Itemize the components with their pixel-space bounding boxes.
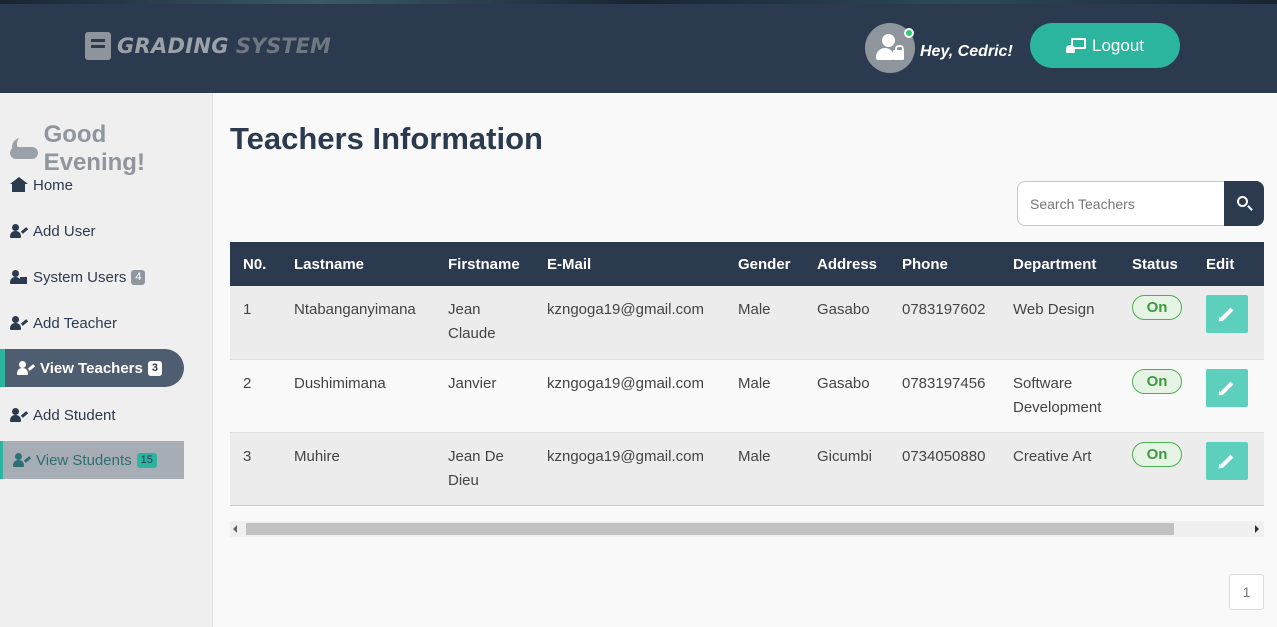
column-header-phone[interactable]: Phone xyxy=(889,242,1000,286)
sidebar-item-add-user[interactable]: Add User xyxy=(0,212,184,250)
sidebar-item-home[interactable]: Home xyxy=(0,166,184,204)
column-header-email[interactable]: E-Mail xyxy=(534,242,725,286)
column-header-no[interactable]: N0. xyxy=(230,242,281,286)
user-edit-icon xyxy=(10,315,29,331)
student-icon xyxy=(13,452,32,468)
cell-no: 3 xyxy=(230,432,281,505)
chalkboard-teacher-icon xyxy=(1066,38,1086,53)
cell-lastname: Ntabanganyimana xyxy=(281,286,435,359)
table-row: 1 Ntabanganyimana Jean Claude kzngoga19@… xyxy=(230,286,1264,359)
teacher-icon xyxy=(17,360,36,376)
moon-cloud-icon xyxy=(10,135,40,163)
cell-email: kzngoga19@gmail.com xyxy=(534,286,725,359)
sidebar-item-system-users[interactable]: System Users 4 xyxy=(0,258,184,296)
sidebar-item-label: View Students xyxy=(36,451,132,469)
cell-department: Software Development xyxy=(1000,359,1119,432)
sidebar-item-view-students[interactable]: View Students 15 xyxy=(0,441,184,479)
cell-phone: 0783197456 xyxy=(889,359,1000,432)
scroll-left-icon[interactable] xyxy=(233,525,237,533)
logout-button[interactable]: Logout xyxy=(1030,23,1180,68)
status-badge[interactable]: On xyxy=(1132,368,1182,394)
cell-phone: 0783197602 xyxy=(889,286,1000,359)
avatar[interactable] xyxy=(865,23,915,73)
table-row: 2 Dushimimana Janvier kzngoga19@gmail.co… xyxy=(230,359,1264,432)
search-input[interactable] xyxy=(1017,181,1225,226)
pencil-icon xyxy=(1220,454,1234,467)
sidebar-item-add-student[interactable]: Add Student xyxy=(0,396,184,434)
scrollbar-thumb[interactable] xyxy=(246,523,1174,535)
cell-firstname: Jean Claude xyxy=(435,286,534,359)
cell-phone: 0734050880 xyxy=(889,432,1000,505)
search-button[interactable] xyxy=(1224,181,1264,226)
scroll-right-icon[interactable] xyxy=(1255,525,1259,533)
sidebar-item-label: Home xyxy=(33,176,74,194)
cell-lastname: Dushimimana xyxy=(281,359,435,432)
lock-icon xyxy=(893,45,904,60)
pencil-icon xyxy=(1220,307,1234,321)
cell-no: 2 xyxy=(230,359,281,432)
brand-logo[interactable]: GRADING SYSTEM xyxy=(85,31,331,61)
column-header-gender[interactable]: Gender xyxy=(725,242,804,286)
teachers-table: N0. Lastname Firstname E-Mail Gender Add… xyxy=(230,242,1264,506)
pencil-icon xyxy=(1220,381,1234,394)
user-greeting: Hey, Cedric! xyxy=(920,43,1013,60)
sidebar-item-label: Add User xyxy=(33,222,96,240)
cell-gender: Male xyxy=(725,286,804,359)
cell-department: Creative Art xyxy=(1000,432,1119,505)
sidebar-item-view-teachers[interactable]: View Teachers 3 xyxy=(0,349,184,387)
count-badge: 3 xyxy=(147,360,162,376)
sidebar-item-add-teacher[interactable]: Add Teacher xyxy=(0,304,184,342)
edit-button[interactable] xyxy=(1206,441,1248,480)
user-lock-icon xyxy=(10,269,28,285)
logout-label: Logout xyxy=(1092,35,1144,55)
column-header-address[interactable]: Address xyxy=(804,242,889,286)
table-header-row: N0. Lastname Firstname E-Mail Gender Add… xyxy=(230,242,1264,286)
column-header-firstname[interactable]: Firstname xyxy=(435,242,534,286)
cell-no: 1 xyxy=(230,286,281,359)
brand-text-primary: GRADING xyxy=(117,34,229,58)
sidebar-item-label: Add Teacher xyxy=(33,314,117,332)
edit-button[interactable] xyxy=(1206,295,1248,333)
cell-gender: Male xyxy=(725,432,804,505)
table-row: 3 Muhire Jean De Dieu kzngoga19@gmail.co… xyxy=(230,432,1264,505)
column-header-lastname[interactable]: Lastname xyxy=(281,242,435,286)
cell-firstname: Jean De Dieu xyxy=(435,432,534,505)
pagination-page-button[interactable]: 1 xyxy=(1229,574,1264,610)
column-header-edit: Edit xyxy=(1193,242,1264,286)
header-decor-strip xyxy=(0,0,1277,4)
avatar-body xyxy=(876,48,894,60)
cell-firstname: Janvier xyxy=(435,359,534,432)
search-bar xyxy=(1017,181,1264,226)
online-status-dot xyxy=(904,28,914,38)
user-edit-icon xyxy=(10,407,29,423)
cell-department: Web Design xyxy=(1000,286,1119,359)
cell-lastname: Muhire xyxy=(281,432,435,505)
sidebar-item-label: Add Student xyxy=(33,406,116,424)
cell-email: kzngoga19@gmail.com xyxy=(534,432,725,505)
cell-address: Gicumbi xyxy=(804,432,889,505)
cell-address: Gasabo xyxy=(804,359,889,432)
count-badge: 4 xyxy=(131,269,146,285)
status-badge[interactable]: On xyxy=(1132,295,1182,320)
user-lock-icon xyxy=(882,34,895,47)
book-icon xyxy=(85,32,111,60)
page-title: Teachers Information xyxy=(230,121,543,156)
cell-gender: Male xyxy=(725,359,804,432)
count-badge: 15 xyxy=(136,452,157,468)
column-header-status[interactable]: Status xyxy=(1119,242,1193,286)
sidebar-item-label: View Teachers xyxy=(40,359,143,377)
cell-address: Gasabo xyxy=(804,286,889,359)
brand-text-secondary: SYSTEM xyxy=(235,34,331,58)
cell-email: kzngoga19@gmail.com xyxy=(534,359,725,432)
user-edit-icon xyxy=(10,223,29,239)
status-badge[interactable]: On xyxy=(1132,441,1182,467)
horizontal-scrollbar[interactable] xyxy=(230,521,1264,537)
top-header: GRADING SYSTEM Hey, Cedric! Logout xyxy=(0,0,1277,93)
sidebar-item-label: System Users xyxy=(33,268,127,286)
column-header-department[interactable]: Department xyxy=(1000,242,1119,286)
search-icon-handle xyxy=(1247,205,1254,211)
home-icon xyxy=(10,177,28,193)
edit-button[interactable] xyxy=(1206,368,1248,407)
sidebar: Good Evening! Home Add User System Users… xyxy=(0,93,213,627)
